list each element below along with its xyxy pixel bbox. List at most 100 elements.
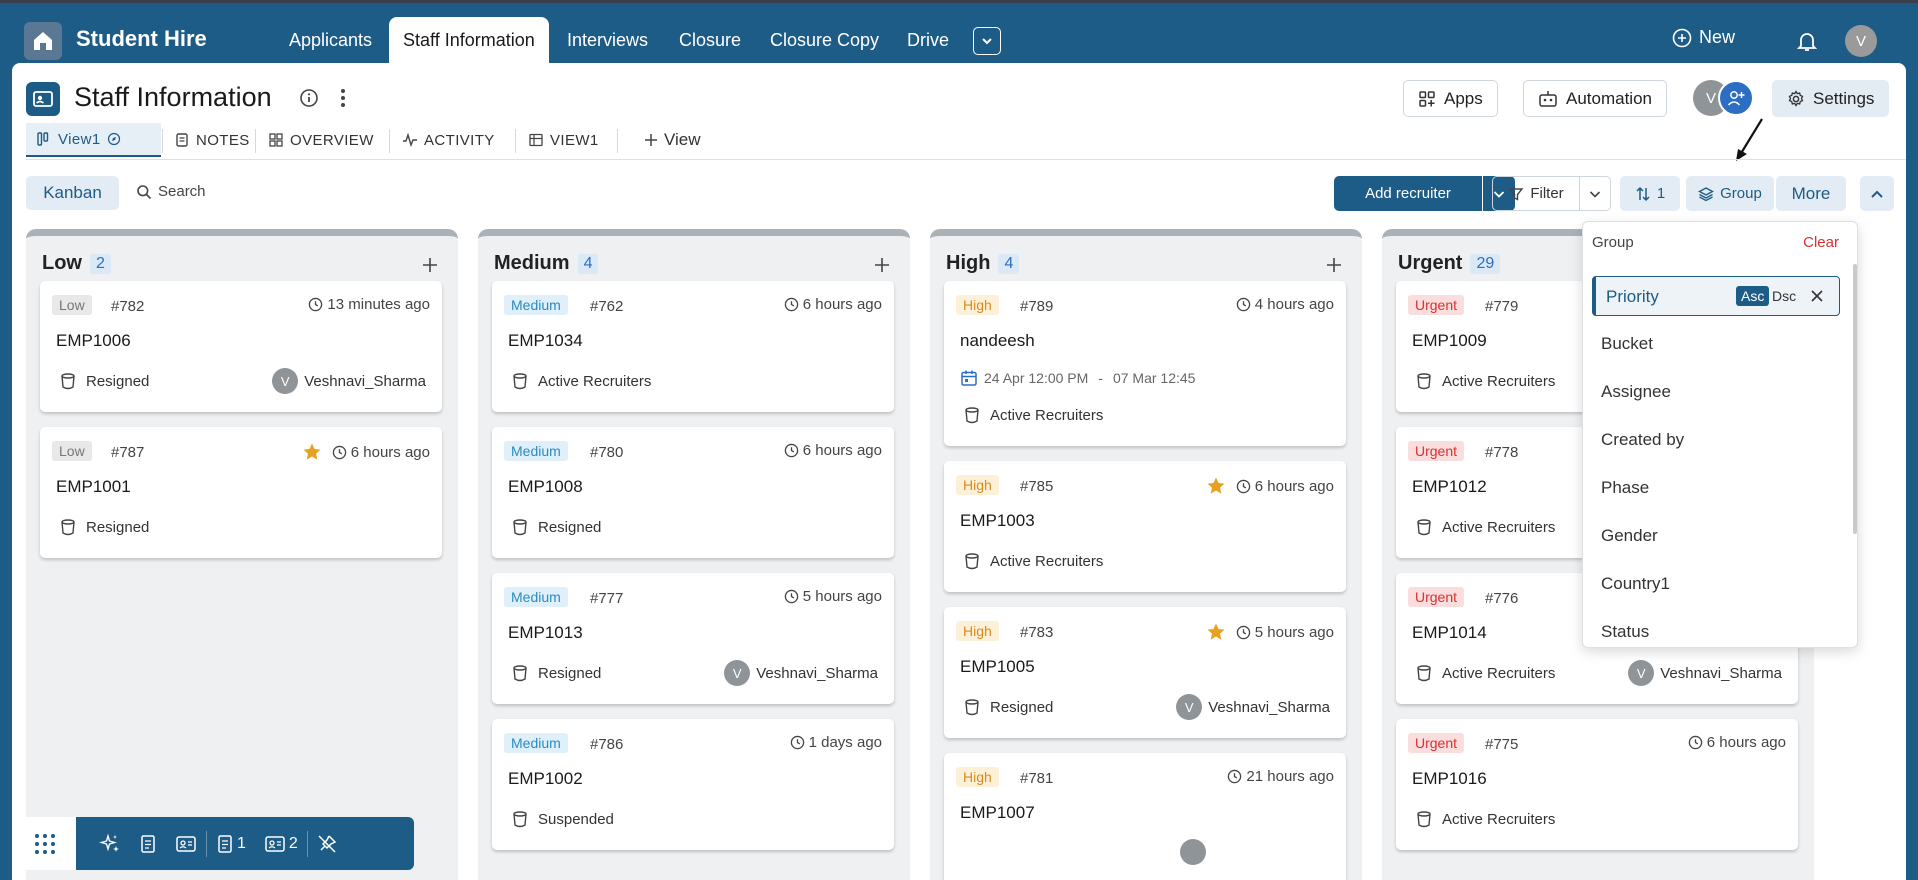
card-meta: 4 hours ago	[1236, 296, 1334, 313]
card-bucket: Active Recruiters	[512, 372, 651, 390]
kanban-card[interactable]: Medium #780 6 hours ago EMP1008 Resigned	[492, 427, 894, 558]
apps-launcher-button[interactable]	[14, 817, 76, 870]
add-card-icon[interactable]	[1325, 256, 1343, 274]
add-card-icon[interactable]	[421, 256, 439, 274]
star-icon[interactable]	[1206, 622, 1226, 642]
column-header: Medium 4	[494, 252, 599, 275]
card-id: #777	[590, 590, 624, 607]
star-icon[interactable]	[302, 442, 322, 462]
star-icon[interactable]	[1206, 476, 1226, 496]
card-title: EMP1003	[960, 511, 1035, 530]
nav-tab-staff-information[interactable]: Staff Information	[389, 17, 549, 66]
chevron-down-icon	[982, 38, 992, 45]
contact-card-button[interactable]	[166, 817, 206, 870]
view-tab-label: View1	[58, 130, 101, 148]
notes-button[interactable]	[130, 817, 166, 870]
home-button[interactable]	[24, 22, 62, 60]
document-icon	[218, 834, 232, 853]
more-button[interactable]: More	[1776, 176, 1846, 211]
priority-badge: Urgent	[1408, 295, 1465, 315]
view-tab-notes[interactable]: NOTES	[164, 123, 260, 157]
open-documents-count: 1	[237, 834, 246, 852]
kanban-view-icon	[37, 132, 49, 146]
settings-button[interactable]: Settings	[1772, 80, 1890, 117]
sort-button[interactable]: 1	[1620, 176, 1680, 211]
add-view-button[interactable]: View	[634, 123, 711, 157]
bucket-label: Resigned	[990, 698, 1054, 716]
page-menu-button[interactable]	[339, 87, 347, 109]
filter-button[interactable]: Filter	[1492, 176, 1580, 211]
kanban-card[interactable]: High #783 5 hours ago EMP1005 Resigned V…	[944, 607, 1346, 738]
sort-dsc-button[interactable]: Dsc	[1772, 288, 1796, 304]
add-member-button[interactable]	[1718, 80, 1754, 116]
dropdown-scrollbar[interactable]	[1853, 264, 1857, 534]
new-button[interactable]: New	[1672, 27, 1735, 48]
card-id: #775	[1485, 736, 1519, 753]
settings-label: Settings	[1813, 88, 1875, 108]
nav-tab-closure-copy[interactable]: Closure Copy	[756, 17, 893, 66]
collapse-button[interactable]	[1860, 176, 1894, 211]
nav-tab-applicants[interactable]: Applicants	[275, 17, 386, 66]
group-option[interactable]: Country1	[1601, 574, 1670, 594]
kanban-card[interactable]: Low #782 13 minutes ago EMP1006 Resigned…	[40, 281, 442, 412]
kanban-card[interactable]: High #785 6 hours ago EMP1003 Active Rec…	[944, 461, 1346, 592]
add-recruiter-button[interactable]: Add recruiter	[1334, 176, 1482, 211]
clock-icon	[1228, 769, 1242, 784]
kanban-card[interactable]: High #781 21 hours ago EMP1007	[944, 753, 1346, 880]
group-option[interactable]: Phase	[1601, 478, 1649, 498]
notifications-button[interactable]	[1795, 29, 1819, 53]
group-button[interactable]: Group	[1686, 176, 1774, 211]
clock-icon	[1236, 625, 1251, 639]
kanban-card[interactable]: Urgent #775 6 hours ago EMP1016 Active R…	[1396, 719, 1798, 850]
kanban-card[interactable]: High #789 4 hours ago nandeesh 24 Apr 12…	[944, 281, 1346, 446]
view-tab-label: ACTIVITY	[424, 131, 495, 149]
user-avatar[interactable]: V	[1845, 25, 1877, 57]
sort-asc-button[interactable]: Asc	[1736, 286, 1770, 306]
bucket-icon	[1417, 665, 1431, 682]
card-title: EMP1007	[960, 803, 1035, 822]
ai-button[interactable]	[90, 817, 130, 870]
card-title: EMP1014	[1412, 623, 1487, 642]
clock-icon	[309, 297, 323, 312]
nav-tab-drive[interactable]: Drive	[893, 17, 963, 66]
automation-button[interactable]: Automation	[1523, 80, 1667, 117]
group-option[interactable]: Created by	[1601, 430, 1684, 450]
nav-tab-closure[interactable]: Closure	[665, 17, 755, 66]
apps-button[interactable]: Apps	[1403, 80, 1498, 117]
group-option-priority-selected[interactable]: Priority Asc Dsc	[1592, 276, 1840, 316]
kanban-column-medium: Medium 4 Medium #762 6 hours ago EMP1034 …	[478, 229, 910, 880]
group-option[interactable]: Bucket	[1601, 334, 1653, 354]
view-tab-view1-table[interactable]: VIEW1	[518, 123, 609, 157]
view-tab-activity[interactable]: ACTIVITY	[392, 123, 505, 157]
group-option[interactable]: Gender	[1601, 526, 1658, 546]
kanban-card[interactable]: Medium #762 6 hours ago EMP1034 Active R…	[492, 281, 894, 412]
clock-icon	[784, 443, 799, 458]
unpin-button[interactable]	[308, 817, 346, 870]
open-cards-button[interactable]: 2	[255, 817, 307, 870]
card-title: EMP1002	[508, 769, 583, 788]
clear-group-button[interactable]: Clear	[1803, 234, 1839, 251]
nav-more-button[interactable]	[973, 27, 1001, 55]
group-option[interactable]: Status	[1601, 622, 1649, 642]
card-bucket: Active Recruiters	[1416, 372, 1555, 390]
card-assignee: V Veshnavi_Sharma	[724, 660, 878, 686]
card-id: #778	[1485, 444, 1519, 461]
filter-dropdown[interactable]	[1579, 176, 1611, 211]
close-icon[interactable]	[1810, 289, 1824, 303]
view-tab-view1[interactable]: View1	[26, 123, 161, 157]
group-option[interactable]: Assignee	[1601, 382, 1671, 402]
priority-badge: Medium	[504, 441, 568, 461]
view-tab-overview[interactable]: OVERVIEW	[258, 123, 384, 157]
new-button-label: New	[1699, 27, 1736, 47]
add-card-icon[interactable]	[873, 256, 891, 274]
open-documents-button[interactable]: 1	[207, 817, 255, 870]
kanban-view-button[interactable]: Kanban	[26, 176, 119, 210]
info-button[interactable]	[299, 88, 319, 108]
search-button[interactable]: Search	[136, 183, 206, 200]
tab-divider	[617, 129, 618, 153]
card-time: 5 hours ago	[802, 588, 882, 605]
nav-tab-interviews[interactable]: Interviews	[553, 17, 662, 66]
kanban-card[interactable]: Medium #786 1 days ago EMP1002 Suspended	[492, 719, 894, 850]
kanban-card[interactable]: Low #787 6 hours ago EMP1001 Resigned	[40, 427, 442, 558]
kanban-card[interactable]: Medium #777 5 hours ago EMP1013 Resigned…	[492, 573, 894, 704]
